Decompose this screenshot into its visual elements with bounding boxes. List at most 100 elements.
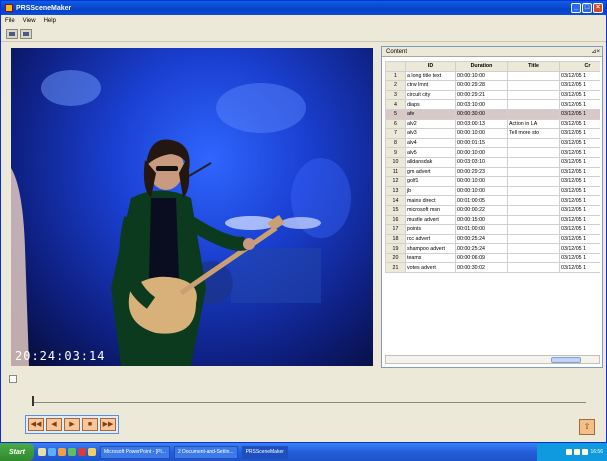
id-cell: rcc advert — [405, 233, 456, 245]
id-cell: alv4 — [405, 137, 456, 149]
table-row[interactable]: 21 votes advert 00:00:30:02 03/12/05 1 — [385, 262, 600, 274]
toolbar — [1, 26, 606, 42]
table-row[interactable]: 9 alv5 00:00:10:00 03/12/05 1 — [385, 147, 600, 158]
menu-help[interactable]: Help — [44, 18, 56, 24]
stop-button[interactable]: ■ — [82, 418, 98, 431]
table-row[interactable]: 14 mains direct 00:01:00:05 03/12/05 1 — [385, 195, 600, 206]
tray-icon[interactable] — [574, 449, 581, 455]
app-icon-1[interactable] — [68, 448, 76, 456]
scrollbar-thumb[interactable] — [551, 357, 581, 363]
title-cell: Tell more sto — [507, 128, 560, 139]
table-row[interactable]: 5 afe 00:00:30:00 03/12/05 1 — [385, 108, 600, 120]
video-preview[interactable]: 20:24:03:14 — [11, 48, 373, 366]
prev-frame-button[interactable]: ◀ — [46, 418, 62, 431]
quick-launch — [38, 448, 96, 456]
duration-cell: 00:00:25:24 — [455, 243, 508, 254]
duration-cell: 00:00:30:00 — [455, 108, 508, 120]
created-cell: 03/12/05 1 — [559, 99, 600, 110]
created-cell: 03/12/05 1 — [559, 108, 600, 120]
title-bar[interactable]: PRSSceneMaker _ □ × — [1, 1, 606, 15]
table-row[interactable]: 11 gm advert 00:00:29:23 03/12/05 1 — [385, 166, 600, 178]
table-row[interactable]: 13 jb 00:00:10:00 03/12/05 1 — [385, 185, 600, 197]
table-row[interactable]: 6 alv2 00:03:00:13 Action in LA 03/12/05 1 — [385, 118, 600, 130]
id-cell: alldansdak — [405, 156, 456, 168]
duration-cell: 00:00:06:09 — [455, 252, 508, 264]
duration-cell: 00:00:29:28 — [455, 80, 508, 91]
table-row[interactable]: 15 microsoft msn 00:00:00:22 03/12/05 1 — [385, 204, 600, 216]
duration-cell: 00:03:03:10 — [455, 156, 508, 168]
row-number: 11 — [385, 166, 406, 178]
table-row[interactable]: 7 alv3 00:00:10:00 Tell more sto 03/12/05 1 — [385, 128, 600, 139]
created-cell: 03/12/05 1 — [559, 252, 600, 264]
timeline-thumb[interactable] — [32, 396, 37, 406]
table-row[interactable]: 16 mustle advert 00:00:15:00 03/12/05 1 — [385, 214, 600, 226]
title-cell — [507, 262, 560, 274]
content-table: ID Duration Title Cr 1a long title text 0… — [385, 61, 600, 274]
pin-close-icon[interactable]: ⊿× — [591, 48, 600, 55]
created-cell: 03/12/05 1 — [559, 233, 600, 245]
created-cell: 03/12/05 1 — [559, 166, 600, 178]
duration-cell: 00:00:30:02 — [455, 262, 508, 274]
created-cell: 03/12/05 1 — [559, 224, 600, 235]
minimize-button[interactable]: _ — [571, 3, 581, 13]
id-cell: alv3 — [405, 128, 456, 139]
tray-icon[interactable] — [566, 449, 573, 455]
duration-cell: 00:00:10:00 — [455, 70, 508, 82]
rewind-button[interactable]: ◀◀ — [28, 418, 44, 431]
column-header-duration[interactable]: Duration — [455, 61, 508, 72]
column-header-rownum[interactable] — [385, 61, 406, 72]
id-cell: a long title text — [405, 70, 456, 82]
title-cell — [507, 185, 560, 197]
tray-icon[interactable] — [582, 449, 589, 455]
id-cell: circuit city — [405, 89, 456, 101]
table-row[interactable]: 10 alldansdak 00:03:03:10 03/12/05 1 — [385, 156, 600, 168]
play-button[interactable]: ▶ — [64, 418, 80, 431]
content-grid[interactable]: ID Duration Title Cr 1a long title text 0… — [385, 61, 600, 351]
timeline-track[interactable] — [34, 402, 586, 403]
taskbar-item[interactable]: Microsoft PowerPoint - [PI... — [100, 445, 170, 459]
menu-file[interactable]: File — [5, 18, 15, 24]
close-button[interactable]: × — [593, 3, 603, 13]
menu-view[interactable]: View — [23, 18, 36, 24]
taskbar-item[interactable]: PRSSceneMaker — [241, 445, 288, 459]
folder-icon[interactable] — [88, 448, 96, 456]
title-cell — [507, 137, 560, 149]
desktop-icon[interactable] — [38, 448, 46, 456]
export-button[interactable]: ⇧ — [579, 419, 595, 435]
table-row[interactable]: 19 shampoo advert 00:00:25:24 03/12/05 1 — [385, 243, 600, 254]
grid-icon[interactable] — [20, 28, 32, 39]
created-cell: 03/12/05 1 — [559, 156, 600, 168]
column-header-title[interactable]: Title — [507, 61, 560, 72]
created-cell: 03/12/05 1 — [559, 80, 600, 91]
title-cell: Action in LA — [507, 118, 560, 130]
column-header-id[interactable]: ID — [405, 61, 456, 72]
timeline-icon[interactable] — [9, 375, 17, 383]
row-number: 13 — [385, 185, 406, 197]
fast-forward-button[interactable]: ▶▶ — [100, 418, 116, 431]
id-cell: golf1 — [405, 176, 456, 187]
duration-cell: 00:00:15:00 — [455, 214, 508, 226]
horizontal-scrollbar[interactable] — [385, 355, 600, 364]
app-icon-2[interactable] — [78, 448, 86, 456]
duration-cell: 00:00:10:00 — [455, 176, 508, 187]
table-row[interactable]: 8 alv4 00:00:01:15 03/12/05 1 — [385, 137, 600, 149]
table-row[interactable]: 12 golf1 00:00:10:00 03/12/05 1 — [385, 176, 600, 187]
open-icon[interactable] — [6, 28, 18, 39]
table-row[interactable]: 20 teams 00:00:06:09 03/12/05 1 — [385, 252, 600, 264]
media-icon[interactable] — [58, 448, 66, 456]
created-cell: 03/12/05 1 — [559, 137, 600, 149]
table-row[interactable]: 2 ctrw lmnt 00:00:29:28 03/12/05 1 — [385, 80, 600, 91]
taskbar-item[interactable]: 2 Document-and-Settin... — [173, 445, 238, 459]
browser-icon[interactable] — [48, 448, 56, 456]
created-cell: 03/12/05 1 — [559, 176, 600, 187]
start-button[interactable]: Start — [0, 443, 34, 461]
maximize-button[interactable]: □ — [582, 3, 592, 13]
table-row[interactable]: 1a long title text 00:00:10:00 03/12/05 1 — [385, 70, 600, 82]
table-row[interactable]: 18 rcc advert 00:00:25:24 03/12/05 1 — [385, 233, 600, 245]
table-row[interactable]: 4 diaps 00:03:10:00 03/12/05 1 — [385, 99, 600, 110]
table-row[interactable]: 17 points 00:01:00:00 03/12/05 1 — [385, 224, 600, 235]
created-cell: 03/12/05 1 — [559, 204, 600, 216]
column-header-created[interactable]: Cr — [559, 61, 600, 72]
app-window: PRSSceneMaker _ □ × File View Help 20:24… — [0, 0, 607, 443]
table-row[interactable]: 3 circuit city 00:00:29:21 03/12/05 1 — [385, 89, 600, 101]
